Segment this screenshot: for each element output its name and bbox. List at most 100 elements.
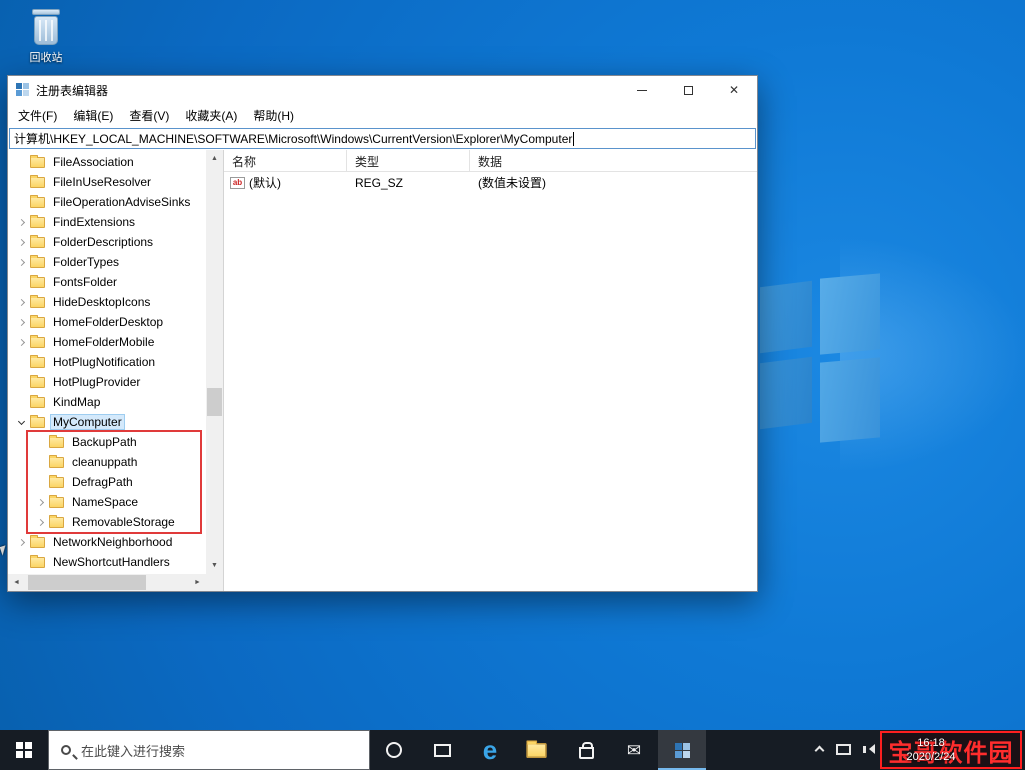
- tree-item-KindMap[interactable]: KindMap: [8, 392, 206, 412]
- tree-item-RemovableStorage[interactable]: RemovableStorage: [8, 512, 206, 532]
- menu-item-3[interactable]: 收藏夹(A): [177, 104, 245, 128]
- tree-item-cleanuppath[interactable]: cleanuppath: [8, 452, 206, 472]
- store-button[interactable]: [562, 730, 610, 770]
- chevron-right-icon[interactable]: [14, 338, 29, 346]
- column-header-1[interactable]: 类型: [347, 150, 470, 171]
- recycle-bin-label: 回收站: [29, 52, 63, 64]
- folder-icon: [30, 535, 45, 548]
- clock-date: 2020/2/24: [906, 750, 956, 763]
- edge-icon: e: [482, 735, 498, 765]
- chevron-right-icon[interactable]: [14, 258, 29, 266]
- task-view-button[interactable]: [418, 730, 466, 770]
- minimize-icon: [637, 89, 647, 91]
- close-button[interactable]: ✕: [711, 76, 757, 104]
- tree-item-label: BackupPath: [72, 435, 137, 449]
- scroll-right-icon[interactable]: ►: [189, 574, 206, 591]
- start-button[interactable]: [0, 730, 48, 770]
- tree-item-FileInUseResolver[interactable]: FileInUseResolver: [8, 172, 206, 192]
- tree-item-FolderTypes[interactable]: FolderTypes: [8, 252, 206, 272]
- taskbar: 在此键入进行搜索 e ✉ 16:18 2020/2/24 宝哥软件园: [0, 730, 1025, 770]
- tree-item-BackupPath[interactable]: BackupPath: [8, 432, 206, 452]
- windows-logo-icon: [16, 742, 32, 758]
- vertical-scroll-thumb[interactable]: [207, 388, 222, 416]
- folder-icon: [30, 295, 45, 308]
- column-header-0[interactable]: 名称: [224, 150, 347, 171]
- tree-item-FontsFolder[interactable]: FontsFolder: [8, 272, 206, 292]
- chevron-right-icon[interactable]: [14, 238, 29, 246]
- tree-item-label: MyComputer: [50, 414, 125, 430]
- taskbar-clock[interactable]: 16:18 2020/2/24: [895, 737, 967, 765]
- folder-icon: [49, 455, 64, 468]
- network-tray-icon[interactable]: [836, 744, 851, 755]
- folder-icon: [30, 315, 45, 328]
- chevron-right-icon[interactable]: [14, 218, 29, 226]
- tray-chevron-up-icon[interactable]: [814, 745, 825, 756]
- search-icon: [61, 745, 71, 755]
- tree-item-HotPlugProvider[interactable]: HotPlugProvider: [8, 372, 206, 392]
- chevron-right-icon[interactable]: [33, 498, 48, 506]
- registry-value-row[interactable]: (默认) REG_SZ (数值未设置): [224, 172, 757, 193]
- volume-tray-icon[interactable]: [863, 744, 875, 754]
- recycle-bin-icon[interactable]: 回收站: [13, 7, 79, 65]
- tree-item-label: HomeFolderDesktop: [53, 315, 164, 329]
- tree-item-HideDesktopIcons[interactable]: HideDesktopIcons: [8, 292, 206, 312]
- scroll-left-icon[interactable]: ◄: [8, 574, 25, 591]
- tree-item-label: NewShortcutHandlers: [53, 555, 170, 569]
- tree-item-FileAssociation[interactable]: FileAssociation: [8, 152, 206, 172]
- cortana-icon: [386, 742, 402, 758]
- store-icon: [578, 741, 594, 759]
- menu-item-2[interactable]: 查看(V): [121, 104, 177, 128]
- window-title: 注册表编辑器: [36, 83, 109, 98]
- chevron-right-icon[interactable]: [14, 298, 29, 306]
- tree-item-NewShortcutHandlers[interactable]: NewShortcutHandlers: [8, 552, 206, 572]
- tree-item-MyComputer[interactable]: MyComputer: [8, 412, 206, 432]
- value-name: (默认): [249, 176, 281, 190]
- scroll-up-icon[interactable]: ▲: [206, 150, 223, 167]
- folder-icon: [30, 195, 45, 208]
- folder-icon: [30, 215, 45, 228]
- tree-item-FindExtensions[interactable]: FindExtensions: [8, 212, 206, 232]
- horizontal-scroll-thumb[interactable]: [28, 575, 146, 590]
- file-explorer-icon: [525, 740, 547, 758]
- tree-item-label: FontsFolder: [53, 275, 118, 289]
- folder-icon: [49, 515, 64, 528]
- menu-item-0[interactable]: 文件(F): [10, 104, 65, 128]
- tree-item-NameSpace[interactable]: NameSpace: [8, 492, 206, 512]
- tree-item-HotPlugNotification[interactable]: HotPlugNotification: [8, 352, 206, 372]
- tree-item-DefragPath[interactable]: DefragPath: [8, 472, 206, 492]
- tree-item-label: DefragPath: [72, 475, 133, 489]
- title-bar[interactable]: 注册表编辑器 ✕: [8, 76, 757, 104]
- menu-item-1[interactable]: 编辑(E): [65, 104, 121, 128]
- vertical-scrollbar[interactable]: ▲ ▼: [206, 150, 223, 574]
- folder-icon: [30, 235, 45, 248]
- regedit-icon: [674, 742, 690, 758]
- tree-item-label: NameSpace: [72, 495, 139, 509]
- tree-item-HomeFolderDesktop[interactable]: HomeFolderDesktop: [8, 312, 206, 332]
- edge-button[interactable]: e: [466, 730, 514, 770]
- minimize-button[interactable]: [619, 76, 665, 104]
- folder-icon: [30, 375, 45, 388]
- address-input[interactable]: 计算机\HKEY_LOCAL_MACHINE\SOFTWARE\Microsof…: [9, 128, 756, 149]
- mail-button[interactable]: ✉: [610, 730, 658, 770]
- chevron-right-icon[interactable]: [33, 518, 48, 526]
- file-explorer-button[interactable]: [514, 730, 562, 770]
- regedit-taskbar-button[interactable]: [658, 730, 706, 770]
- menu-item-4[interactable]: 帮助(H): [245, 104, 302, 128]
- chevron-right-icon[interactable]: [14, 318, 29, 326]
- tree-item-NetworkNeighborhood[interactable]: NetworkNeighborhood: [8, 532, 206, 552]
- chevron-right-icon[interactable]: [14, 538, 29, 546]
- horizontal-scrollbar[interactable]: ◄ ►: [8, 574, 206, 591]
- taskbar-search-input[interactable]: 在此键入进行搜索: [48, 730, 370, 770]
- tree-item-HomeFolderMobile[interactable]: HomeFolderMobile: [8, 332, 206, 352]
- column-header-2[interactable]: 数据: [470, 150, 757, 171]
- cortana-button[interactable]: [370, 730, 418, 770]
- registry-editor-window: 注册表编辑器 ✕ 文件(F) 编辑(E) 查看(V) 收藏夹(A) 帮助(H) 计算机\…: [7, 75, 758, 592]
- folder-icon: [49, 475, 64, 488]
- maximize-icon: [683, 85, 693, 95]
- tree-item-FolderDescriptions[interactable]: FolderDescriptions: [8, 232, 206, 252]
- folder-icon: [30, 275, 45, 288]
- tree-item-FileOperationAdviseSinks[interactable]: FileOperationAdviseSinks: [8, 192, 206, 212]
- scroll-down-icon[interactable]: ▼: [206, 557, 223, 574]
- chevron-down-icon[interactable]: [14, 417, 29, 425]
- maximize-button[interactable]: [665, 76, 711, 104]
